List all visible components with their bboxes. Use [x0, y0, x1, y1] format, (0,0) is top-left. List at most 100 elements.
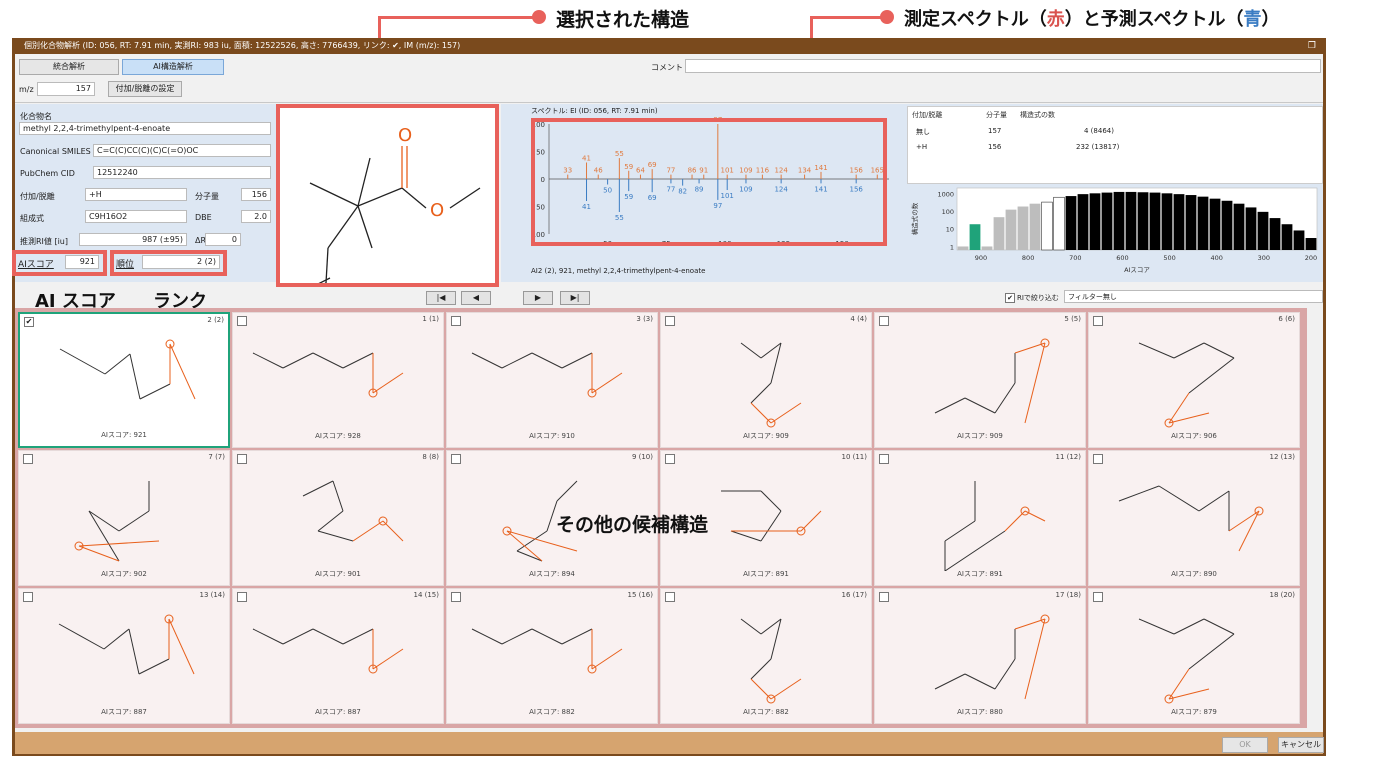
bond-line [1198, 490, 1230, 512]
adduct-table-cell[interactable]: 156 [988, 143, 1001, 151]
bond-line [934, 397, 966, 414]
candidate-checkbox[interactable] [1093, 454, 1103, 464]
candidate-checkbox[interactable] [23, 454, 33, 464]
adduct-table-cell[interactable]: 4 (8464) [1084, 127, 1114, 135]
candidate-checkbox[interactable] [237, 454, 247, 464]
smiles-field[interactable]: C=C(C)CC(C)(C)C(=O)OC [93, 144, 271, 157]
candidate-score: AIスコア: 909 [957, 432, 1003, 440]
ri-filter-checkbox[interactable]: ✔ [1005, 293, 1015, 303]
next-page-button[interactable]: ▶ [523, 291, 553, 305]
bond-line [1014, 342, 1046, 354]
histogram-bar [981, 246, 993, 250]
bond-line [471, 628, 503, 645]
candidate-card[interactable]: 1 (1) AIスコア: 928 [232, 312, 444, 448]
bond-line [78, 540, 160, 547]
candidate-card[interactable]: ✔ 2 (2) AIスコア: 921 [18, 312, 230, 448]
candidate-checkbox[interactable] [1093, 316, 1103, 326]
candidate-checkbox[interactable]: ✔ [24, 317, 34, 327]
callout-dot [880, 10, 894, 24]
molecular-weight-field[interactable]: 156 [241, 188, 271, 201]
adduct-table-cell[interactable]: 157 [988, 127, 1001, 135]
pubchem-cid-field[interactable]: 12512240 [93, 166, 271, 179]
candidate-card[interactable]: 13 (14) AIスコア: 887 [18, 588, 230, 724]
candidate-checkbox[interactable] [23, 592, 33, 602]
adduct-table-cell[interactable]: 無し [916, 127, 930, 137]
comment-input[interactable] [685, 59, 1321, 73]
histogram-bar [1125, 191, 1137, 250]
compound-name-field[interactable]: methyl 2,2,4-trimethylpent-4-enoate [19, 122, 271, 135]
histogram-y-tick: 10 [946, 226, 954, 234]
delta-ri-field[interactable]: 0 [205, 233, 241, 246]
cancel-button[interactable]: キャンセル [1278, 737, 1324, 753]
bond-line [1238, 510, 1260, 552]
candidate-card[interactable]: 6 (6) AIスコア: 906 [1088, 312, 1300, 448]
bond-line [760, 510, 782, 542]
candidate-checkbox[interactable] [879, 592, 889, 602]
candidate-checkbox[interactable] [1093, 592, 1103, 602]
candidate-card[interactable]: 12 (13) AIスコア: 890 [1088, 450, 1300, 586]
last-page-button[interactable]: ▶| [560, 291, 590, 305]
spectrum-annotation-part: ） [1261, 9, 1280, 30]
candidate-checkbox[interactable] [237, 316, 247, 326]
candidate-card[interactable]: 4 (4) AIスコア: 909 [660, 312, 872, 448]
other-candidates-annotation: その他の候補構造 [556, 514, 709, 536]
candidate-card[interactable]: 11 (12) AIスコア: 891 [874, 450, 1086, 586]
first-page-button[interactable]: |◀ [426, 291, 456, 305]
bond-line [760, 490, 782, 512]
candidate-checkbox[interactable] [451, 454, 461, 464]
ri-field[interactable]: 987 (±95) [79, 233, 187, 246]
rank-field[interactable]: 2 (2) [142, 255, 220, 269]
ok-button[interactable]: OK [1222, 737, 1268, 753]
prev-page-button[interactable]: ◀ [461, 291, 491, 305]
bond-line [944, 520, 976, 542]
adduct-table-cell[interactable]: 232 (13817) [1076, 143, 1119, 151]
candidate-checkbox[interactable] [451, 316, 461, 326]
adduct-field[interactable]: +H [85, 188, 187, 201]
histogram-x-tick: 600 [1116, 254, 1128, 262]
candidate-card[interactable]: 3 (3) AIスコア: 910 [446, 312, 658, 448]
footer-bar [15, 732, 1323, 754]
candidate-card[interactable]: 7 (7) AIスコア: 902 [18, 450, 230, 586]
bond-line [88, 510, 120, 532]
bond-line [750, 658, 772, 680]
candidate-checkbox[interactable] [665, 454, 675, 464]
candidate-card[interactable]: 15 (16) AIスコア: 882 [446, 588, 658, 724]
dbe-field[interactable]: 2.0 [241, 210, 271, 223]
tab-ai-structure-analysis[interactable]: AI構造解析 [122, 59, 224, 75]
candidate-card[interactable]: 17 (18) AIスコア: 880 [874, 588, 1086, 724]
histogram-bar [1269, 218, 1281, 250]
adduct-table-cell[interactable]: +H [916, 143, 927, 151]
candidate-rank: 16 (17) [841, 591, 867, 599]
candidate-card[interactable]: 18 (20) AIスコア: 879 [1088, 588, 1300, 724]
bond-line [104, 353, 131, 375]
candidate-score: AIスコア: 882 [743, 708, 789, 716]
ai-score-field[interactable]: 921 [65, 255, 99, 269]
candidate-card[interactable]: 16 (17) AIスコア: 882 [660, 588, 872, 724]
candidate-structure-drawing [1138, 342, 1235, 428]
adduct-settings-button[interactable]: 付加/脱離の設定 [108, 81, 182, 97]
candidate-checkbox[interactable] [451, 592, 461, 602]
formula-field[interactable]: C9H16O2 [85, 210, 187, 223]
filter-select[interactable]: フィルター無し [1064, 290, 1323, 303]
candidate-card[interactable]: 5 (5) AIスコア: 909 [874, 312, 1086, 448]
candidate-checkbox[interactable] [879, 454, 889, 464]
tab-integrated-analysis[interactable]: 統合解析 [19, 59, 119, 75]
restore-icon[interactable]: ❐ [1308, 38, 1316, 54]
histogram-bar [993, 217, 1005, 250]
bond-line [556, 480, 578, 502]
bond-line [317, 530, 354, 542]
candidate-checkbox[interactable] [665, 316, 675, 326]
mz-input[interactable]: 157 [37, 82, 95, 96]
candidate-card[interactable]: 14 (15) AIスコア: 887 [232, 588, 444, 724]
histogram-bar [1017, 206, 1029, 250]
bond-line [332, 480, 344, 512]
candidate-checkbox[interactable] [665, 592, 675, 602]
bond-line [740, 342, 762, 359]
histogram-bar [1065, 196, 1077, 250]
candidate-card[interactable]: 8 (8) AIスコア: 901 [232, 450, 444, 586]
histogram-y-tick: 1000 [937, 190, 954, 198]
histogram-bar [1113, 191, 1125, 250]
candidate-checkbox[interactable] [237, 592, 247, 602]
candidate-score: AIスコア: 921 [101, 431, 147, 439]
candidate-checkbox[interactable] [879, 316, 889, 326]
